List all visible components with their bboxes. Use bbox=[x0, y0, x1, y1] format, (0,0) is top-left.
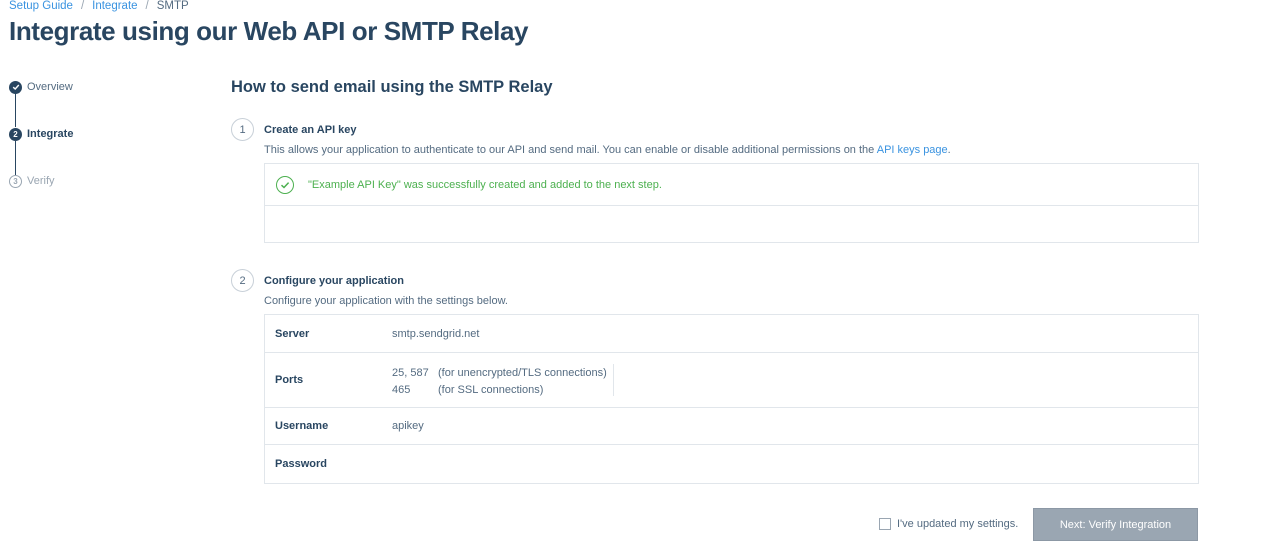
port-entry: 25, 587 (for unencrypted/TLS connections) bbox=[392, 365, 607, 382]
progress-stepper: Overview 2 Integrate 3 Verify bbox=[9, 80, 169, 200]
step-number-badge: 2 bbox=[9, 127, 22, 141]
stepper-label: Overview bbox=[27, 81, 73, 93]
breadcrumb-setup-guide[interactable]: Setup Guide bbox=[9, 0, 73, 12]
settings-row-username: Username apikey bbox=[265, 408, 1198, 445]
breadcrumb: Setup Guide / Integrate / SMTP bbox=[9, 0, 189, 13]
next-verify-integration-button[interactable]: Next: Verify Integration bbox=[1033, 508, 1198, 541]
breadcrumb-current: SMTP bbox=[156, 0, 189, 12]
port-value[interactable]: 25, 587 bbox=[392, 365, 438, 382]
settings-updated-checkbox[interactable] bbox=[879, 518, 891, 530]
stepper-step-overview[interactable]: Overview bbox=[9, 80, 73, 94]
stepper-step-integrate[interactable]: 2 Integrate bbox=[9, 127, 73, 141]
divider bbox=[613, 364, 614, 396]
port-value[interactable]: 465 bbox=[392, 382, 438, 399]
settings-key: Ports bbox=[275, 374, 304, 386]
stepper-connector bbox=[15, 93, 16, 127]
link-suffix: . bbox=[947, 144, 951, 156]
section-title: How to send email using the SMTP Relay bbox=[231, 78, 553, 96]
step-title: Configure your application bbox=[264, 275, 404, 287]
settings-row-ports: Ports 25, 587 (for unencrypted/TLS connec… bbox=[265, 353, 1198, 408]
api-key-panel: "Example API Key" was successfully creat… bbox=[264, 163, 1199, 243]
breadcrumb-separator: / bbox=[80, 0, 85, 12]
smtp-settings-table: Server smtp.sendgrid.net Ports 25, 587 (f… bbox=[264, 314, 1199, 484]
port-entry: 465 (for SSL connections) bbox=[392, 382, 607, 399]
success-message: "Example API Key" was successfully creat… bbox=[265, 164, 1198, 206]
stepper-step-verify[interactable]: 3 Verify bbox=[9, 174, 55, 188]
step-description-text: This allows your application to authenti… bbox=[264, 144, 875, 156]
checkmark-icon bbox=[9, 80, 22, 94]
success-check-icon bbox=[276, 175, 294, 194]
settings-value[interactable]: smtp.sendgrid.net bbox=[392, 328, 479, 340]
settings-row-server: Server smtp.sendgrid.net bbox=[265, 315, 1198, 353]
success-text: "Example API Key" was successfully creat… bbox=[308, 178, 662, 191]
settings-value[interactable]: apikey bbox=[392, 420, 424, 432]
step-description: This allows your application to authenti… bbox=[264, 144, 951, 156]
step-number-badge: 3 bbox=[9, 174, 22, 188]
page-title: Integrate using our Web API or SMTP Rela… bbox=[9, 16, 529, 46]
settings-key: Password bbox=[275, 458, 327, 470]
checkbox-label[interactable]: I've updated my settings. bbox=[897, 518, 1018, 530]
api-keys-page-link[interactable]: API keys page bbox=[877, 144, 948, 156]
settings-row-password: Password bbox=[265, 445, 1198, 483]
settings-key: Username bbox=[275, 420, 329, 432]
stepper-connector bbox=[15, 141, 16, 175]
step-description: Configure your application with the sett… bbox=[264, 295, 508, 307]
step-number-circle: 2 bbox=[231, 269, 254, 292]
breadcrumb-integrate[interactable]: Integrate bbox=[92, 0, 137, 12]
settings-key: Server bbox=[275, 328, 310, 340]
ports-list: 25, 587 (for unencrypted/TLS connections)… bbox=[392, 365, 607, 399]
stepper-label: Verify bbox=[27, 175, 55, 187]
step-number-circle: 1 bbox=[231, 118, 254, 141]
port-note: (for SSL connections) bbox=[438, 384, 544, 396]
stepper-label: Integrate bbox=[27, 128, 74, 140]
port-note: (for unencrypted/TLS connections) bbox=[438, 367, 607, 379]
breadcrumb-separator: / bbox=[145, 0, 149, 12]
step-title: Create an API key bbox=[264, 124, 357, 136]
settings-confirm: I've updated my settings. bbox=[879, 518, 1018, 530]
api-key-body bbox=[265, 206, 1198, 243]
